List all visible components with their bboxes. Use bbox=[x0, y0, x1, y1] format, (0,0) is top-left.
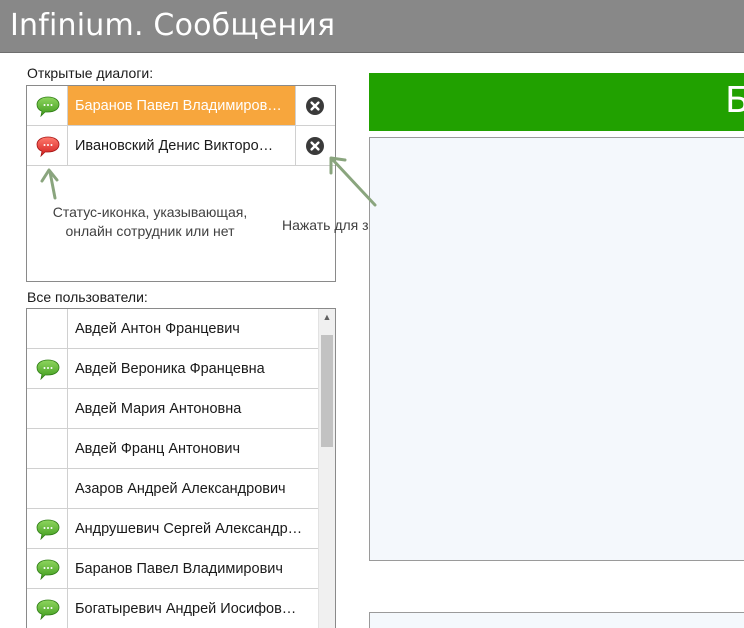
user-name: Баранов Павел Владимирович bbox=[68, 549, 318, 589]
dialog-row-ivanovsky[interactable]: Ивановский Денис Викторо… bbox=[27, 126, 335, 166]
message-area[interactable] bbox=[369, 137, 744, 561]
status-cell bbox=[27, 349, 68, 389]
user-name: Богатыревич Андрей Иосифов… bbox=[68, 589, 318, 628]
close-circle-icon[interactable] bbox=[306, 137, 324, 155]
close-dialog-button[interactable] bbox=[295, 126, 335, 166]
user-row[interactable]: Авдей Мария Антоновна bbox=[27, 389, 318, 429]
status-cell bbox=[27, 86, 68, 126]
close-circle-icon[interactable] bbox=[306, 97, 324, 115]
status-cell bbox=[27, 589, 68, 628]
user-name: Андрушевич Сергей Александр… bbox=[68, 509, 318, 549]
app-title: Infinium. Сообщения bbox=[10, 8, 336, 43]
all-users-panel: Авдей Антон Францевич Авдей Вероника Фран… bbox=[26, 308, 336, 628]
user-name: Авдей Мария Антоновна bbox=[68, 389, 318, 429]
status-online-icon bbox=[36, 96, 60, 117]
status-icon-annotation: Статус-иконка, указывающая, онлайн сотру… bbox=[52, 204, 248, 239]
status-cell bbox=[27, 126, 68, 166]
users-scrollbar[interactable]: ▲ bbox=[318, 309, 335, 628]
user-name: Авдей Франц Антонович bbox=[68, 429, 318, 469]
status-offline-icon bbox=[36, 136, 60, 157]
dialog-name: Баранов Павел Владимиров… bbox=[68, 86, 295, 126]
user-row[interactable]: Авдей Вероника Францевна bbox=[27, 349, 318, 389]
all-users-label: Все пользователи: bbox=[27, 289, 148, 305]
message-input[interactable] bbox=[369, 612, 744, 628]
user-row[interactable]: Авдей Антон Францевич bbox=[27, 309, 318, 349]
status-online-icon bbox=[36, 519, 60, 540]
triangle-up-icon[interactable]: ▲ bbox=[319, 309, 335, 326]
user-name: Авдей Антон Францевич bbox=[68, 309, 318, 349]
close-dialog-button[interactable] bbox=[295, 86, 335, 126]
status-cell bbox=[27, 429, 68, 469]
dialog-name: Ивановский Денис Викторо… bbox=[68, 126, 295, 166]
status-cell bbox=[27, 509, 68, 549]
status-cell bbox=[27, 549, 68, 589]
user-row[interactable]: Андрушевич Сергей Александр… bbox=[27, 509, 318, 549]
scroll-thumb[interactable] bbox=[321, 335, 333, 447]
user-row[interactable]: Богатыревич Андрей Иосифов… bbox=[27, 589, 318, 628]
status-cell bbox=[27, 469, 68, 509]
status-cell bbox=[27, 389, 68, 429]
user-name: Азаров Андрей Александрович bbox=[68, 469, 318, 509]
open-dialogs-label: Открытые диалоги: bbox=[27, 65, 154, 81]
status-cell bbox=[27, 309, 68, 349]
user-row[interactable]: Азаров Андрей Александрович bbox=[27, 469, 318, 509]
status-online-icon bbox=[36, 599, 60, 620]
user-row[interactable]: Авдей Франц Антонович bbox=[27, 429, 318, 469]
chat-header-title: Б bbox=[725, 80, 744, 121]
user-name: Авдей Вероника Францевна bbox=[68, 349, 318, 389]
status-online-icon bbox=[36, 359, 60, 380]
dialog-row-baranov[interactable]: Баранов Павел Владимиров… bbox=[27, 86, 335, 126]
title-bar: Infinium. Сообщения bbox=[0, 0, 744, 53]
open-dialogs-panel: Баранов Павел Владимиров… Ивановский Ден… bbox=[26, 85, 336, 282]
chat-header: Б bbox=[369, 73, 744, 131]
status-online-icon bbox=[36, 559, 60, 580]
user-row[interactable]: Баранов Павел Владимирович bbox=[27, 549, 318, 589]
